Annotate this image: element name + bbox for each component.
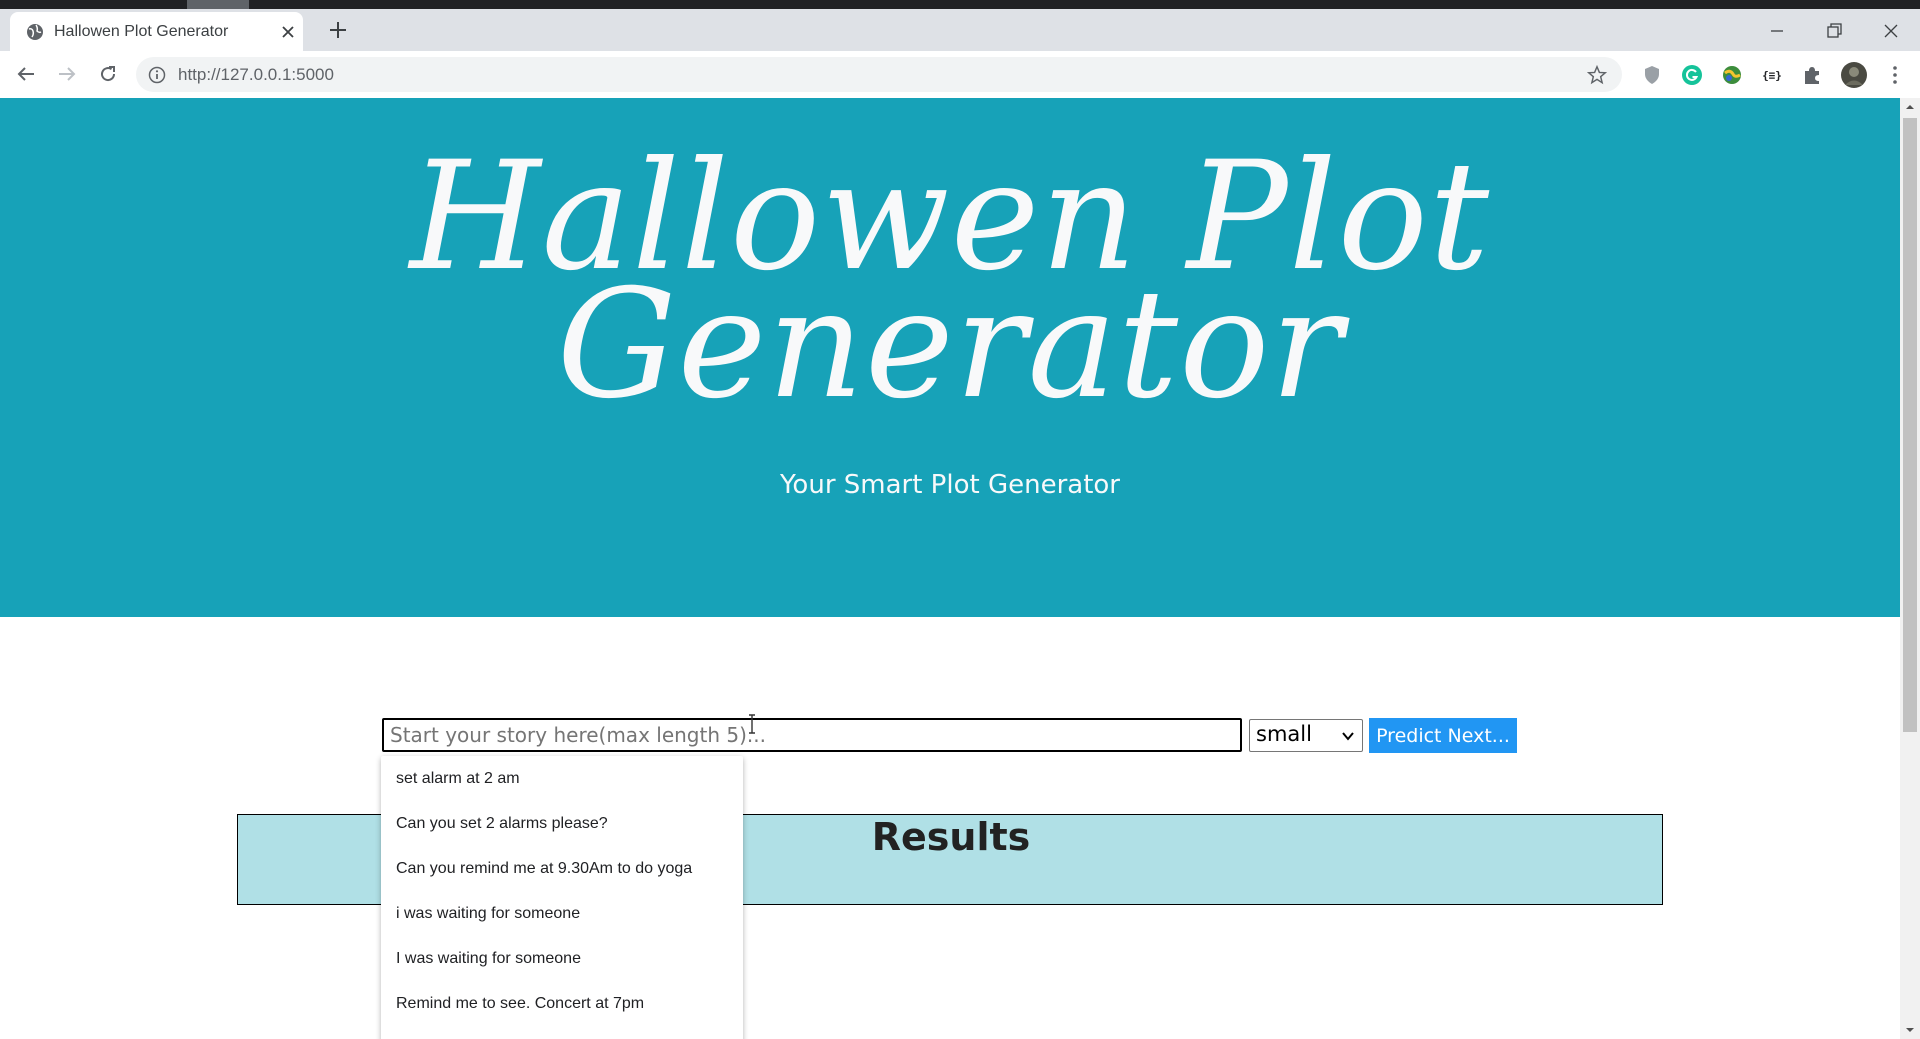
autocomplete-item[interactable]: i was waiting for someone bbox=[381, 891, 743, 936]
browser-toolbar: http://127.0.0.1:5000 {≡} bbox=[0, 51, 1920, 99]
page-viewport: Hallowen Plot Generator Your Smart Plot … bbox=[0, 98, 1900, 1039]
autocomplete-item[interactable]: I was waiting for someone bbox=[381, 936, 743, 981]
tab-title: Hallowen Plot Generator bbox=[54, 23, 229, 40]
autocomplete-item[interactable]: Can you set 2 alarms please? bbox=[381, 801, 743, 846]
puzzle-icon[interactable] bbox=[1800, 63, 1824, 87]
autocomplete-item[interactable]: Can you remind me at 9.30Am to do yoga bbox=[381, 846, 743, 891]
story-input[interactable] bbox=[382, 718, 1242, 752]
close-tab-icon[interactable] bbox=[280, 24, 296, 40]
page-title: Hallowen Plot Generator bbox=[409, 130, 1491, 432]
minimize-icon[interactable] bbox=[1765, 19, 1789, 43]
page-scrollbar[interactable] bbox=[1900, 98, 1920, 1039]
profile-avatar[interactable] bbox=[1840, 61, 1868, 89]
shield-icon[interactable] bbox=[1640, 63, 1664, 87]
grammarly-icon[interactable] bbox=[1680, 63, 1704, 87]
reload-icon[interactable] bbox=[96, 62, 120, 86]
close-window-icon[interactable] bbox=[1879, 19, 1903, 43]
autocomplete-dropdown: set alarm at 2 am Can you set 2 alarms p… bbox=[381, 756, 743, 1039]
info-icon[interactable] bbox=[148, 66, 166, 84]
scroll-up-icon[interactable] bbox=[1900, 98, 1920, 116]
scroll-down-icon[interactable] bbox=[1900, 1021, 1920, 1039]
text-cursor-icon bbox=[749, 714, 755, 734]
active-window-indicator bbox=[187, 0, 249, 9]
model-size-value: small bbox=[1256, 722, 1312, 746]
forward-icon[interactable] bbox=[55, 62, 79, 86]
autocomplete-item[interactable]: set alarm at 2 am bbox=[381, 756, 743, 801]
map-extension-icon[interactable] bbox=[1720, 63, 1744, 87]
browser-tab[interactable]: Hallowen Plot Generator bbox=[10, 12, 303, 51]
window-top-strip bbox=[0, 0, 1920, 9]
model-size-select[interactable]: small bbox=[1249, 719, 1363, 752]
address-bar[interactable]: http://127.0.0.1:5000 bbox=[136, 57, 1622, 92]
new-tab-icon[interactable] bbox=[326, 18, 350, 42]
bookmark-star-icon[interactable] bbox=[1586, 64, 1608, 86]
chevron-down-icon bbox=[1342, 732, 1354, 741]
tab-bar: Hallowen Plot Generator bbox=[0, 9, 1920, 51]
hero-banner: Hallowen Plot Generator Your Smart Plot … bbox=[0, 98, 1900, 617]
predict-next-button[interactable]: Predict Next... bbox=[1369, 718, 1517, 753]
url-text: http://127.0.0.1:5000 bbox=[178, 65, 334, 84]
more-menu-icon[interactable] bbox=[1883, 63, 1907, 87]
svg-text:{≡}: {≡} bbox=[1762, 69, 1782, 82]
globe-icon bbox=[27, 24, 43, 40]
page-subtitle: Your Smart Plot Generator bbox=[780, 470, 1120, 500]
back-icon[interactable] bbox=[14, 62, 38, 86]
scrollbar-thumb[interactable] bbox=[1903, 118, 1917, 732]
restore-icon[interactable] bbox=[1822, 19, 1846, 43]
json-icon[interactable]: {≡} bbox=[1760, 63, 1784, 87]
autocomplete-item[interactable]: Remind me to see. Concert at 7pm bbox=[381, 981, 743, 1026]
